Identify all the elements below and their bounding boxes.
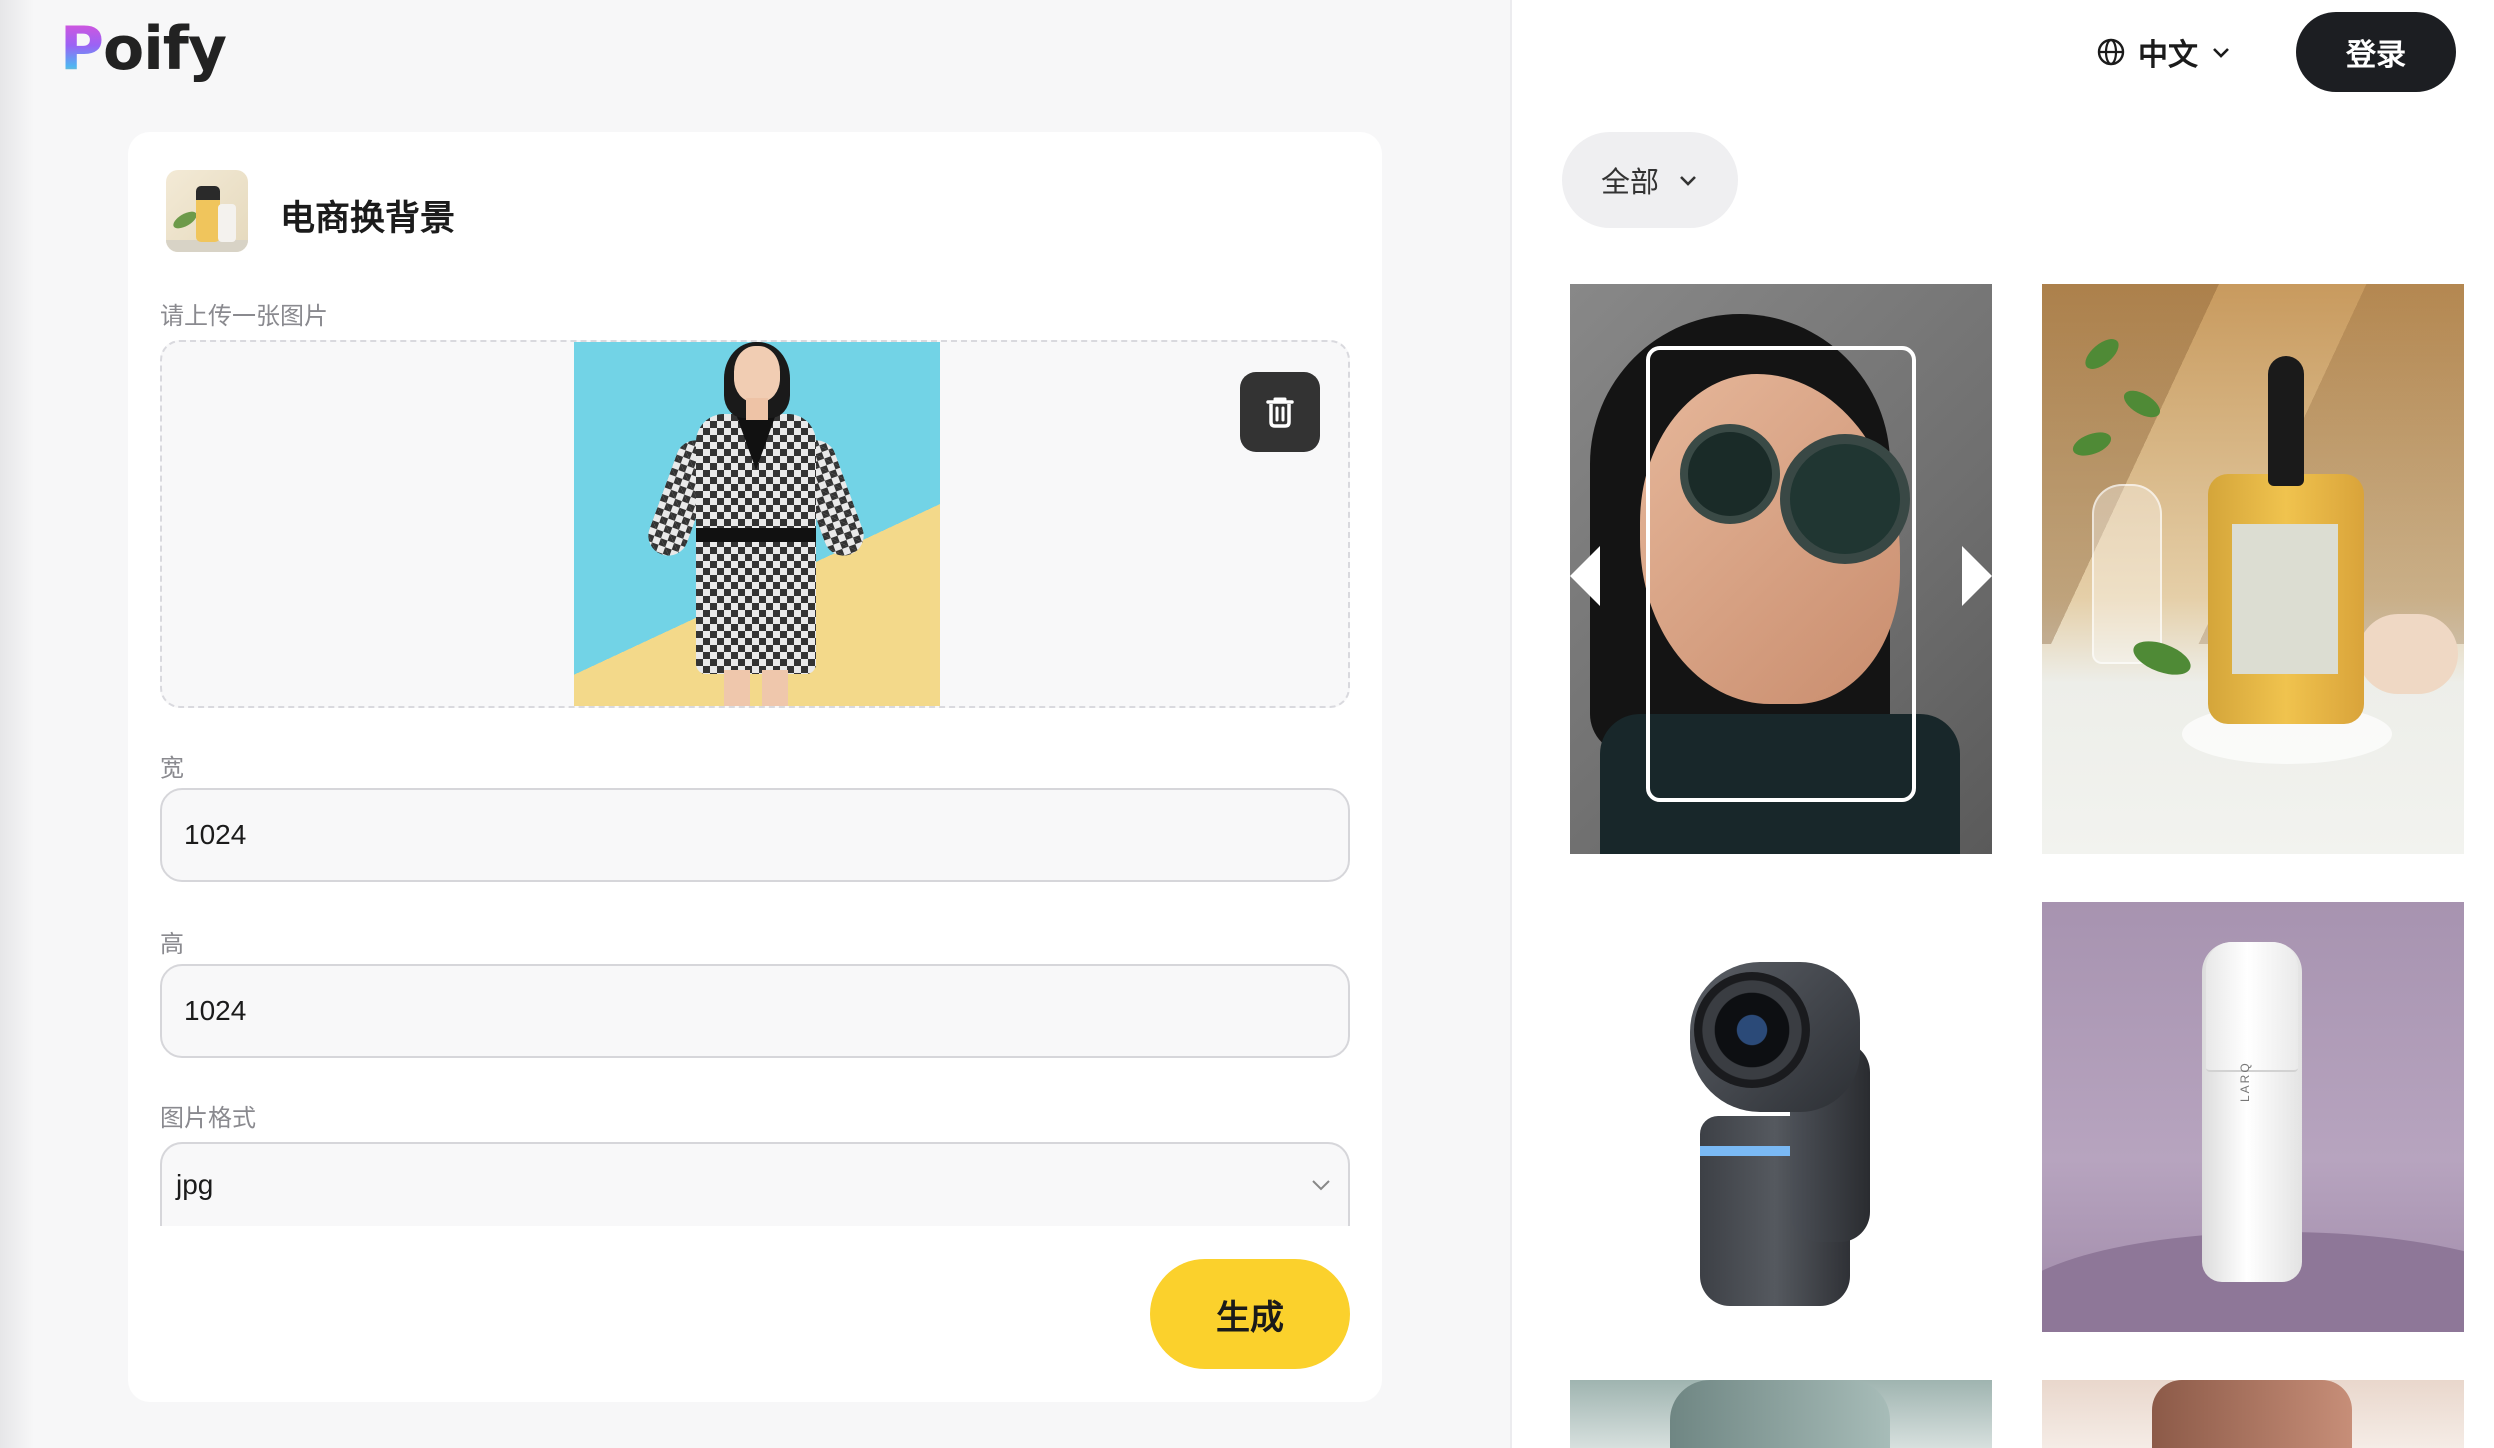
upload-label: 请上传一张图片 (160, 302, 328, 330)
category-filter-dropdown[interactable]: 全部 (1562, 132, 1738, 228)
arrow-right-icon (1962, 546, 1992, 606)
format-select-value: jpg (176, 1169, 214, 1200)
chevron-down-icon (1312, 1180, 1330, 1191)
gallery-tile-white-bottle[interactable]: LARQ (2042, 902, 2464, 1332)
trash-icon (1266, 397, 1294, 428)
globe-icon (2097, 38, 2125, 66)
language-label: 中文 (2138, 38, 2198, 73)
logo-text: oify (102, 14, 227, 84)
arrow-left-icon (1570, 546, 1600, 606)
panel-divider (1510, 0, 1512, 1448)
gallery-tile-partial-left[interactable] (1570, 1380, 1992, 1448)
width-label: 宽 (160, 754, 184, 782)
poify-logo[interactable]: Poify (60, 14, 227, 84)
format-select[interactable]: jpg (160, 1142, 1350, 1226)
compare-frame (1646, 346, 1916, 802)
panel-edge-shadow (0, 0, 34, 1448)
uploaded-image-preview (574, 342, 940, 706)
width-input[interactable]: 1024 (160, 788, 1350, 882)
height-input[interactable]: 1024 (160, 964, 1350, 1058)
language-switcher[interactable]: 中文 (2096, 28, 2232, 76)
delete-image-button[interactable] (1240, 372, 1320, 452)
generate-button[interactable]: 生成 (1150, 1259, 1350, 1369)
tool-thumbnail (166, 170, 248, 252)
gallery-tile-webcam[interactable] (1570, 902, 1992, 1332)
format-label: 图片格式 (160, 1104, 256, 1132)
chevron-down-icon (2213, 48, 2229, 58)
gallery-tile-serum-bottle[interactable] (2042, 284, 2464, 854)
logo-letter-p: P (60, 14, 104, 84)
login-button[interactable]: 登录 (2296, 12, 2456, 92)
tool-title: 电商换背景 (280, 199, 456, 239)
filter-label: 全部 (1600, 165, 1659, 199)
gallery-tile-partial-right[interactable] (2042, 1380, 2464, 1448)
bottle-brand-text: LARQ (2238, 1061, 2252, 1102)
gallery-tile-sunglasses-portrait[interactable] (1570, 284, 1992, 854)
upload-dropzone[interactable] (160, 340, 1350, 708)
chevron-down-icon (1680, 176, 1696, 186)
height-label: 高 (160, 930, 184, 958)
